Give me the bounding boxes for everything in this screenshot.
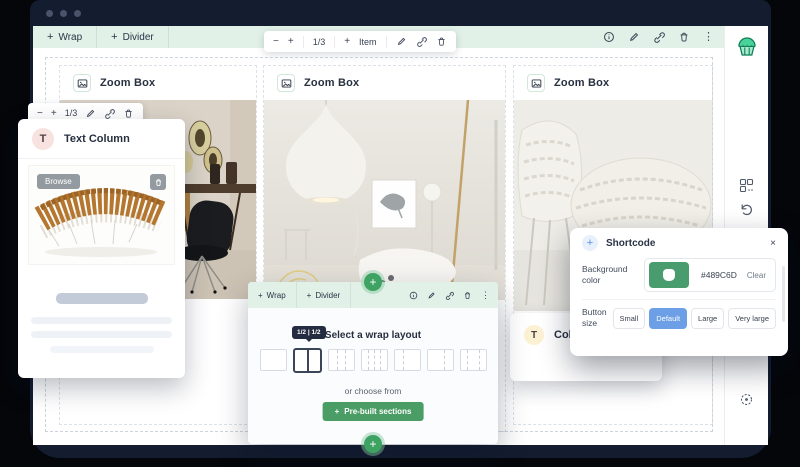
delete-icon[interactable] bbox=[678, 31, 690, 43]
info-icon[interactable] bbox=[603, 31, 615, 43]
layout-option-1[interactable] bbox=[260, 349, 287, 371]
target-settings-icon[interactable] bbox=[739, 392, 754, 407]
width-fraction: 1/3 bbox=[313, 37, 326, 47]
shortcode-header: + Shortcode × bbox=[570, 228, 788, 258]
remove-image-button[interactable] bbox=[150, 174, 166, 190]
decrease-button[interactable]: − bbox=[273, 36, 279, 47]
link-icon[interactable] bbox=[653, 31, 665, 43]
size-option-small[interactable]: Small bbox=[613, 308, 646, 329]
increase-button[interactable]: + bbox=[288, 36, 294, 47]
size-option-very-large[interactable]: Very large bbox=[728, 308, 776, 329]
divider-line bbox=[582, 299, 776, 300]
item-toolbar: − + 1/3 + Item bbox=[264, 31, 456, 52]
decrease-button[interactable]: − bbox=[37, 108, 43, 119]
window-controls[interactable] bbox=[46, 10, 81, 17]
edit-icon[interactable] bbox=[85, 108, 96, 119]
link-icon[interactable] bbox=[104, 108, 115, 119]
add-wrap-button[interactable]: + Wrap bbox=[33, 26, 97, 48]
layout-option-7[interactable] bbox=[460, 349, 487, 371]
plus-icon: + bbox=[344, 36, 350, 47]
add-wrap-button[interactable]: + Wrap bbox=[248, 282, 297, 308]
plus-icon: + bbox=[335, 407, 340, 416]
button-size-label: Button size bbox=[582, 307, 613, 329]
layout-option-3[interactable] bbox=[328, 349, 355, 371]
text-placeholder-bar bbox=[50, 346, 154, 353]
wrap-layout-title: Select a wrap layout bbox=[248, 330, 498, 341]
builder-logo-icon[interactable] bbox=[734, 34, 760, 60]
plus-icon: + bbox=[47, 31, 53, 43]
add-item-button[interactable]: + Item bbox=[335, 36, 386, 48]
plus-icon: + bbox=[307, 291, 312, 300]
title-placeholder-bar bbox=[56, 293, 148, 304]
text-type-icon: T bbox=[524, 325, 544, 345]
button-size-row: Button size SmallDefaultLargeVery large bbox=[570, 307, 788, 329]
more-icon[interactable]: ⋮ bbox=[481, 291, 490, 300]
delete-icon[interactable] bbox=[436, 36, 447, 47]
size-option-large[interactable]: Large bbox=[691, 308, 724, 329]
button-size-options: SmallDefaultLargeVery large bbox=[613, 308, 777, 329]
text-column-panel: T Text Column Browse bbox=[18, 119, 185, 378]
plus-icon: + bbox=[111, 31, 117, 43]
color-swatch[interactable] bbox=[649, 262, 689, 288]
prebuilt-sections-button[interactable]: + Pre-built sections bbox=[323, 402, 424, 421]
size-option-default[interactable]: Default bbox=[649, 308, 687, 329]
link-icon[interactable] bbox=[445, 291, 454, 300]
shortcode-title: Shortcode bbox=[606, 238, 655, 249]
text-placeholder-bar bbox=[31, 317, 172, 324]
panel-scrollbar[interactable] bbox=[782, 266, 785, 322]
info-icon[interactable] bbox=[409, 291, 418, 300]
wrap-layout-modal: + + Wrap + Divider ⋮ 1/2 | 1/2 Select a … bbox=[248, 282, 498, 444]
close-icon[interactable]: × bbox=[770, 238, 776, 249]
text-type-icon: T bbox=[32, 128, 54, 150]
background-color-label: Background color bbox=[582, 264, 644, 286]
browse-button[interactable]: Browse bbox=[37, 174, 80, 189]
layout-option-4[interactable] bbox=[361, 349, 388, 371]
plus-icon: + bbox=[258, 291, 263, 300]
edit-icon[interactable] bbox=[628, 31, 640, 43]
add-element-below-button[interactable]: + bbox=[364, 435, 382, 453]
wrap-layout-options bbox=[248, 347, 498, 373]
add-divider-button[interactable]: + Divider bbox=[97, 26, 169, 48]
delete-icon[interactable] bbox=[463, 291, 472, 300]
edit-icon[interactable] bbox=[396, 36, 407, 47]
edit-icon[interactable] bbox=[427, 291, 436, 300]
clear-color-button[interactable]: Clear bbox=[747, 271, 766, 280]
layout-option-6[interactable] bbox=[427, 349, 454, 371]
add-icon[interactable]: + bbox=[582, 235, 598, 251]
text-column-title: Text Column bbox=[64, 133, 130, 145]
color-control: #489C6D Clear bbox=[644, 258, 776, 292]
shortcode-panel: + Shortcode × Background color #489C6D C… bbox=[570, 228, 788, 356]
layout-option-2[interactable] bbox=[293, 348, 322, 373]
add-element-above-button[interactable]: + bbox=[364, 273, 382, 291]
blocks-grid-icon[interactable] bbox=[739, 178, 754, 193]
width-fraction: 1/3 bbox=[65, 108, 78, 118]
link-icon[interactable] bbox=[416, 36, 427, 47]
more-icon[interactable]: ⋮ bbox=[703, 32, 714, 43]
add-divider-button[interactable]: + Divider bbox=[297, 282, 352, 308]
background-color-row: Background color #489C6D Clear bbox=[570, 258, 788, 292]
undo-icon[interactable] bbox=[739, 202, 754, 217]
choose-from-text: or choose from bbox=[248, 386, 498, 396]
layout-option-5[interactable] bbox=[394, 349, 421, 371]
text-column-image-bench[interactable]: Browse bbox=[28, 165, 175, 265]
hex-color-value[interactable]: #489C6D bbox=[701, 270, 747, 280]
text-column-header: T Text Column bbox=[18, 119, 185, 159]
text-placeholder-bar bbox=[31, 331, 172, 338]
delete-icon[interactable] bbox=[123, 108, 134, 119]
increase-button[interactable]: + bbox=[51, 108, 57, 119]
